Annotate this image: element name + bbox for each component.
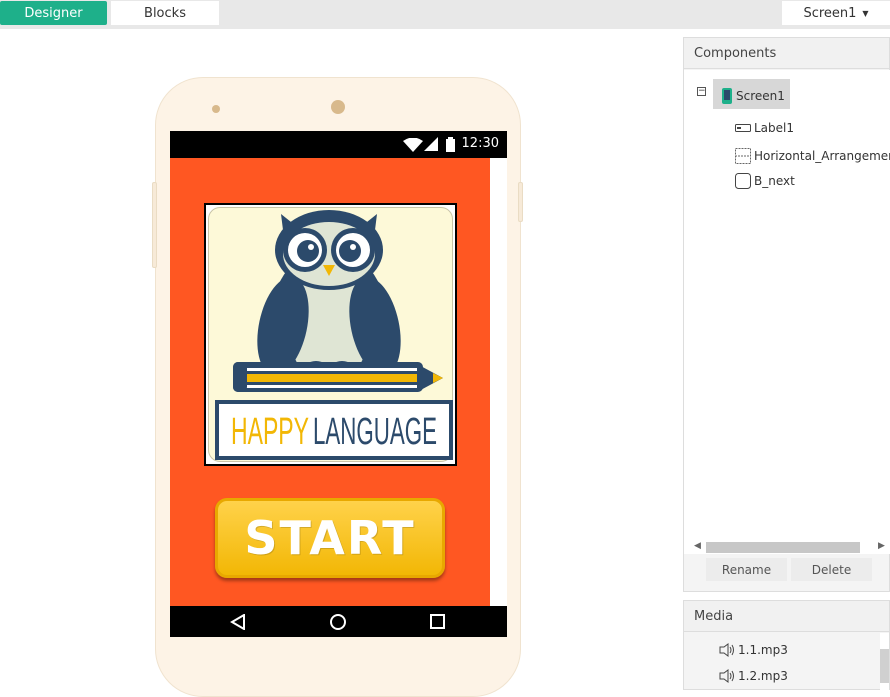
- owl-logo-icon: HAPPY LANGUAGE: [215, 210, 453, 460]
- components-tree: − Screen1 Label1 Horizontal_Arrangement1: [684, 70, 890, 540]
- screen-selector[interactable]: Screen1 ▼: [782, 1, 890, 25]
- status-bar: 12:30: [170, 131, 507, 158]
- media-panel-title: Media: [684, 601, 889, 632]
- logo-text-happy: HAPPY: [231, 411, 309, 453]
- chevron-down-icon: ▼: [862, 8, 869, 18]
- app-screen-background: HAPPY LANGUAGE START: [170, 158, 490, 606]
- label-icon: [735, 124, 751, 132]
- phone-side-button-right: [518, 182, 523, 222]
- scroll-left-icon[interactable]: ◀: [694, 541, 701, 551]
- signal-icon: [424, 137, 438, 151]
- components-panel-title: Components: [684, 38, 889, 69]
- collapse-icon[interactable]: −: [697, 87, 706, 96]
- component-label: B_next: [754, 174, 795, 188]
- component-item-horizontal-arrangement1[interactable]: Horizontal_Arrangement1: [735, 148, 890, 164]
- components-action-buttons: Rename Delete: [706, 558, 872, 581]
- logo-image-frame: HAPPY LANGUAGE: [208, 207, 453, 462]
- delete-button[interactable]: Delete: [791, 558, 872, 581]
- wifi-icon: [403, 138, 423, 152]
- logo-text-language: LANGUAGE: [313, 411, 437, 453]
- scrollbar-thumb[interactable]: [706, 542, 860, 553]
- screen-selector-value: Screen1: [803, 5, 857, 21]
- phone-screen: 12:30 HAPPY LANGUAGE START: [170, 131, 507, 637]
- recents-icon[interactable]: [430, 614, 446, 630]
- component-item-screen1[interactable]: Screen1: [721, 88, 785, 104]
- components-horizontal-scrollbar[interactable]: ◀ ▶: [684, 540, 890, 554]
- media-item-label: 1.1.mp3: [738, 643, 788, 657]
- component-item-b-next[interactable]: B_next: [735, 173, 795, 189]
- horizontal-arrangement-icon: [735, 148, 751, 164]
- blocks-tab[interactable]: Blocks: [111, 1, 219, 25]
- phone-navigation-bar: [170, 606, 507, 637]
- scroll-right-icon[interactable]: ▶: [878, 541, 885, 551]
- designer-tab[interactable]: Designer: [0, 1, 107, 25]
- phone-icon: [722, 88, 732, 104]
- rename-button[interactable]: Rename: [706, 558, 787, 581]
- speaker-icon: [719, 643, 734, 657]
- media-panel: Media 1.1.mp3 1.2.mp3: [683, 600, 890, 691]
- phone-speaker: [331, 100, 345, 114]
- phone-camera: [212, 105, 220, 113]
- components-panel: Components − Screen1 Label1 Horizontal_A…: [683, 37, 890, 592]
- phone-side-button-left: [152, 182, 157, 268]
- battery-icon: [446, 137, 455, 152]
- button-icon: [735, 173, 751, 189]
- component-label: Screen1: [736, 89, 785, 103]
- top-toolbar: Designer Blocks Screen1 ▼: [0, 0, 890, 29]
- home-icon[interactable]: [329, 613, 347, 631]
- media-vertical-scrollbar[interactable]: [880, 633, 889, 691]
- back-icon[interactable]: [230, 614, 246, 630]
- logo-image: HAPPY LANGUAGE: [204, 203, 457, 466]
- component-item-label1[interactable]: Label1: [735, 121, 794, 135]
- media-item[interactable]: 1.1.mp3: [719, 643, 788, 657]
- status-time: 12:30: [461, 136, 499, 151]
- phone-screen-scroll-strip: [490, 158, 507, 606]
- scrollbar-thumb[interactable]: [880, 649, 889, 683]
- start-button[interactable]: START: [215, 498, 445, 578]
- component-label: Horizontal_Arrangement1: [754, 149, 890, 163]
- component-label: Label1: [754, 121, 795, 135]
